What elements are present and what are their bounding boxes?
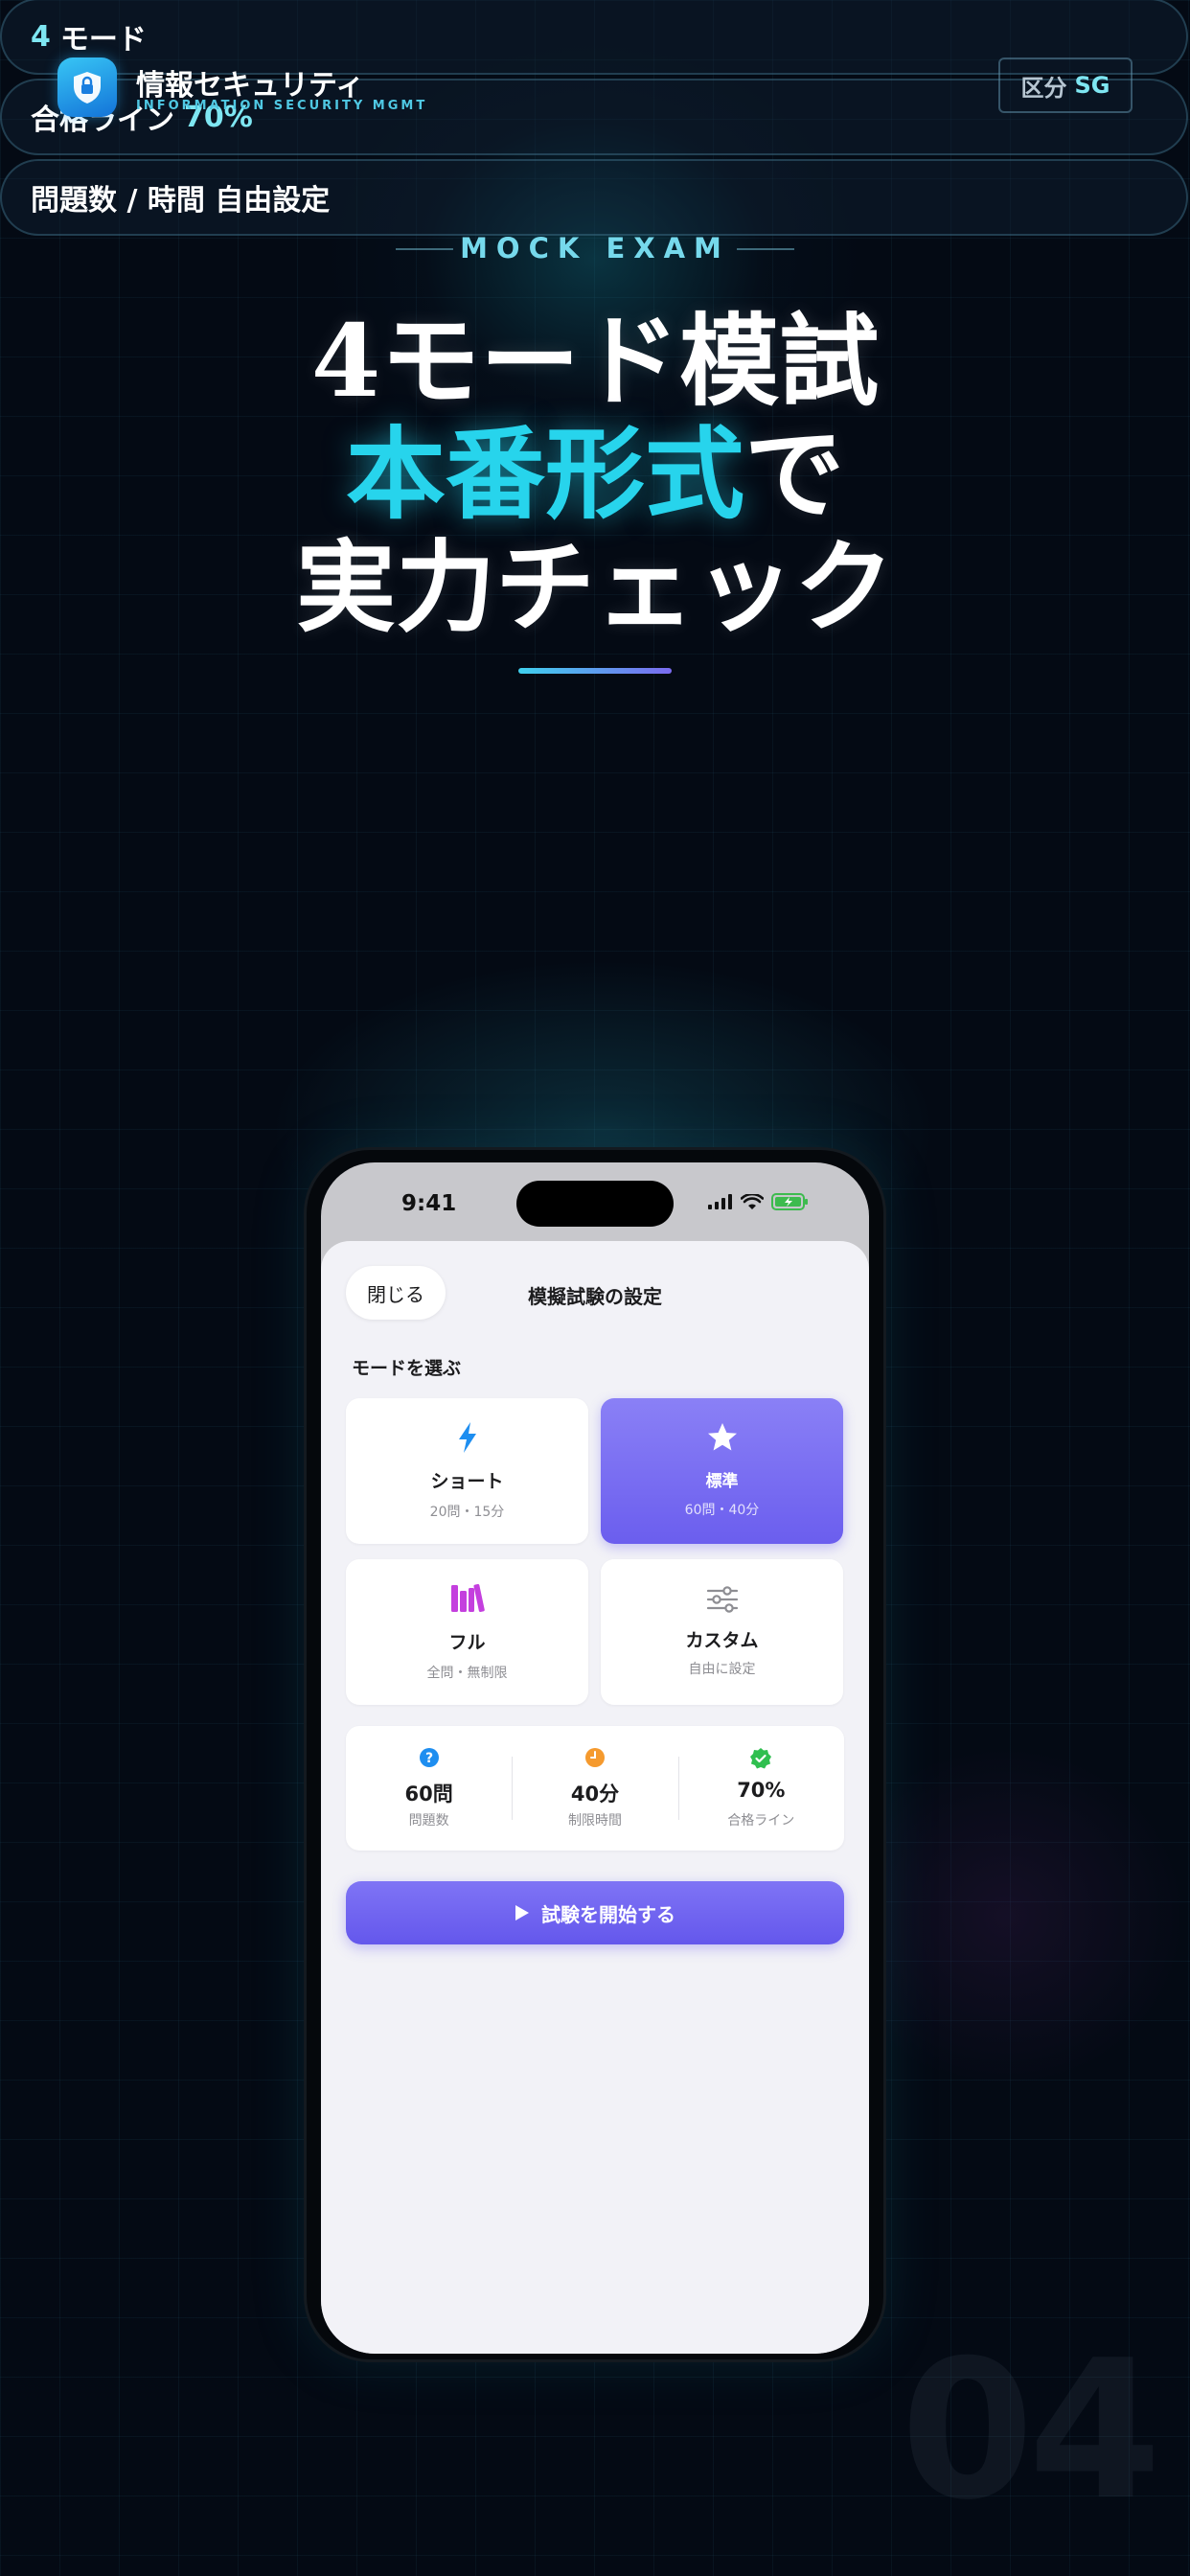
brand-title: 情報セキュリティ <box>136 69 365 103</box>
feature-pill-custom-settings: 問題数 / 時間 自由設定 <box>0 159 1188 236</box>
headline-line-2-rest: で <box>744 415 845 533</box>
headline-line-1: 4モード模試 <box>310 302 880 420</box>
status-time: 9:41 <box>401 1191 457 1216</box>
mode-name: カスタム <box>685 1630 759 1651</box>
headline-line-2: 本番形式で <box>0 418 1190 531</box>
feature-accent: 4 <box>31 19 51 54</box>
sliders-icon <box>601 1586 843 1613</box>
division-label: 区分 <box>1020 74 1067 102</box>
start-exam-label: 試験を開始する <box>541 1902 675 1926</box>
mode-desc: 自由に設定 <box>688 1662 756 1677</box>
mode-desc: 60問・40分 <box>684 1503 760 1518</box>
hero-headline: 4モード模試 本番形式で 実力チェック <box>0 305 1190 644</box>
summary-value: 40分 <box>570 1782 620 1806</box>
wifi-icon <box>741 1193 764 1209</box>
status-icons <box>708 1193 810 1210</box>
star-icon <box>601 1421 843 1454</box>
mode-name: ショート <box>430 1471 504 1492</box>
headline-underline <box>518 668 672 674</box>
page-number: 04 <box>901 2319 1161 2542</box>
phone-mockup: 9:41 閉じる 模擬試験の設定 モードを選ぶ ショート 20問・15分 標準 … <box>307 1150 883 2359</box>
summary-label: 問題数 <box>408 1813 449 1828</box>
mode-name: フル <box>448 1632 486 1653</box>
mock-exam-settings-sheet: 閉じる 模擬試験の設定 モードを選ぶ ショート 20問・15分 標準 60問・4… <box>321 1241 869 2354</box>
question-icon: ? <box>346 1747 512 1768</box>
feature-text: モード <box>59 23 147 57</box>
phone-screen: 9:41 閉じる 模擬試験の設定 モードを選ぶ ショート 20問・15分 標準 … <box>321 1162 869 2354</box>
signal-icon <box>708 1194 732 1209</box>
app-lock-icon <box>57 58 117 117</box>
mode-section-label: モードを選ぶ <box>352 1358 462 1379</box>
headline-line-3: 実力チェック <box>295 528 894 646</box>
mode-card-custom[interactable]: カスタム 自由に設定 <box>601 1559 843 1705</box>
eyebrow-label: MOCK EXAM <box>460 232 730 264</box>
summary-time-limit: 40分 制限時間 <box>512 1726 677 1851</box>
play-icon <box>515 1905 529 1920</box>
division-code: SG <box>1074 72 1110 99</box>
summary-label: 制限時間 <box>567 1813 622 1828</box>
lightning-icon <box>346 1421 588 1454</box>
mode-name: 標準 <box>705 1472 739 1491</box>
summary-value: 60問 <box>404 1782 453 1806</box>
dynamic-island <box>516 1181 674 1227</box>
brand-subtitle: INFORMATION SECURITY MGMT <box>136 99 428 113</box>
exam-summary: ? 60問 問題数 40分 制限時間 70% 合格ライン <box>346 1726 844 1851</box>
summary-value: 70% <box>737 1779 786 1802</box>
division-badge: 区分 SG <box>998 58 1133 113</box>
mode-desc: 20問・15分 <box>429 1505 505 1520</box>
mode-desc: 全問・無制限 <box>426 1666 508 1681</box>
headline-accent: 本番形式 <box>345 415 744 533</box>
summary-pass-line: 70% 合格ライン <box>677 1726 844 1851</box>
clock-icon <box>512 1747 677 1768</box>
start-exam-button[interactable]: 試験を開始する <box>346 1881 844 1944</box>
svg-text:?: ? <box>425 1751 433 1766</box>
mode-card-short[interactable]: ショート 20問・15分 <box>346 1398 588 1544</box>
summary-label: 合格ライン <box>727 1813 795 1828</box>
mode-card-standard[interactable]: 標準 60問・40分 <box>601 1398 843 1544</box>
check-badge-icon <box>678 1747 844 1770</box>
books-icon <box>346 1582 588 1613</box>
battery-icon <box>771 1193 808 1210</box>
summary-question-count: ? 60問 問題数 <box>346 1726 512 1851</box>
mode-card-full[interactable]: フル 全問・無制限 <box>346 1559 588 1705</box>
sheet-title: 模擬試験の設定 <box>528 1285 662 1308</box>
feature-text: 問題数 / 時間 自由設定 <box>31 184 331 218</box>
